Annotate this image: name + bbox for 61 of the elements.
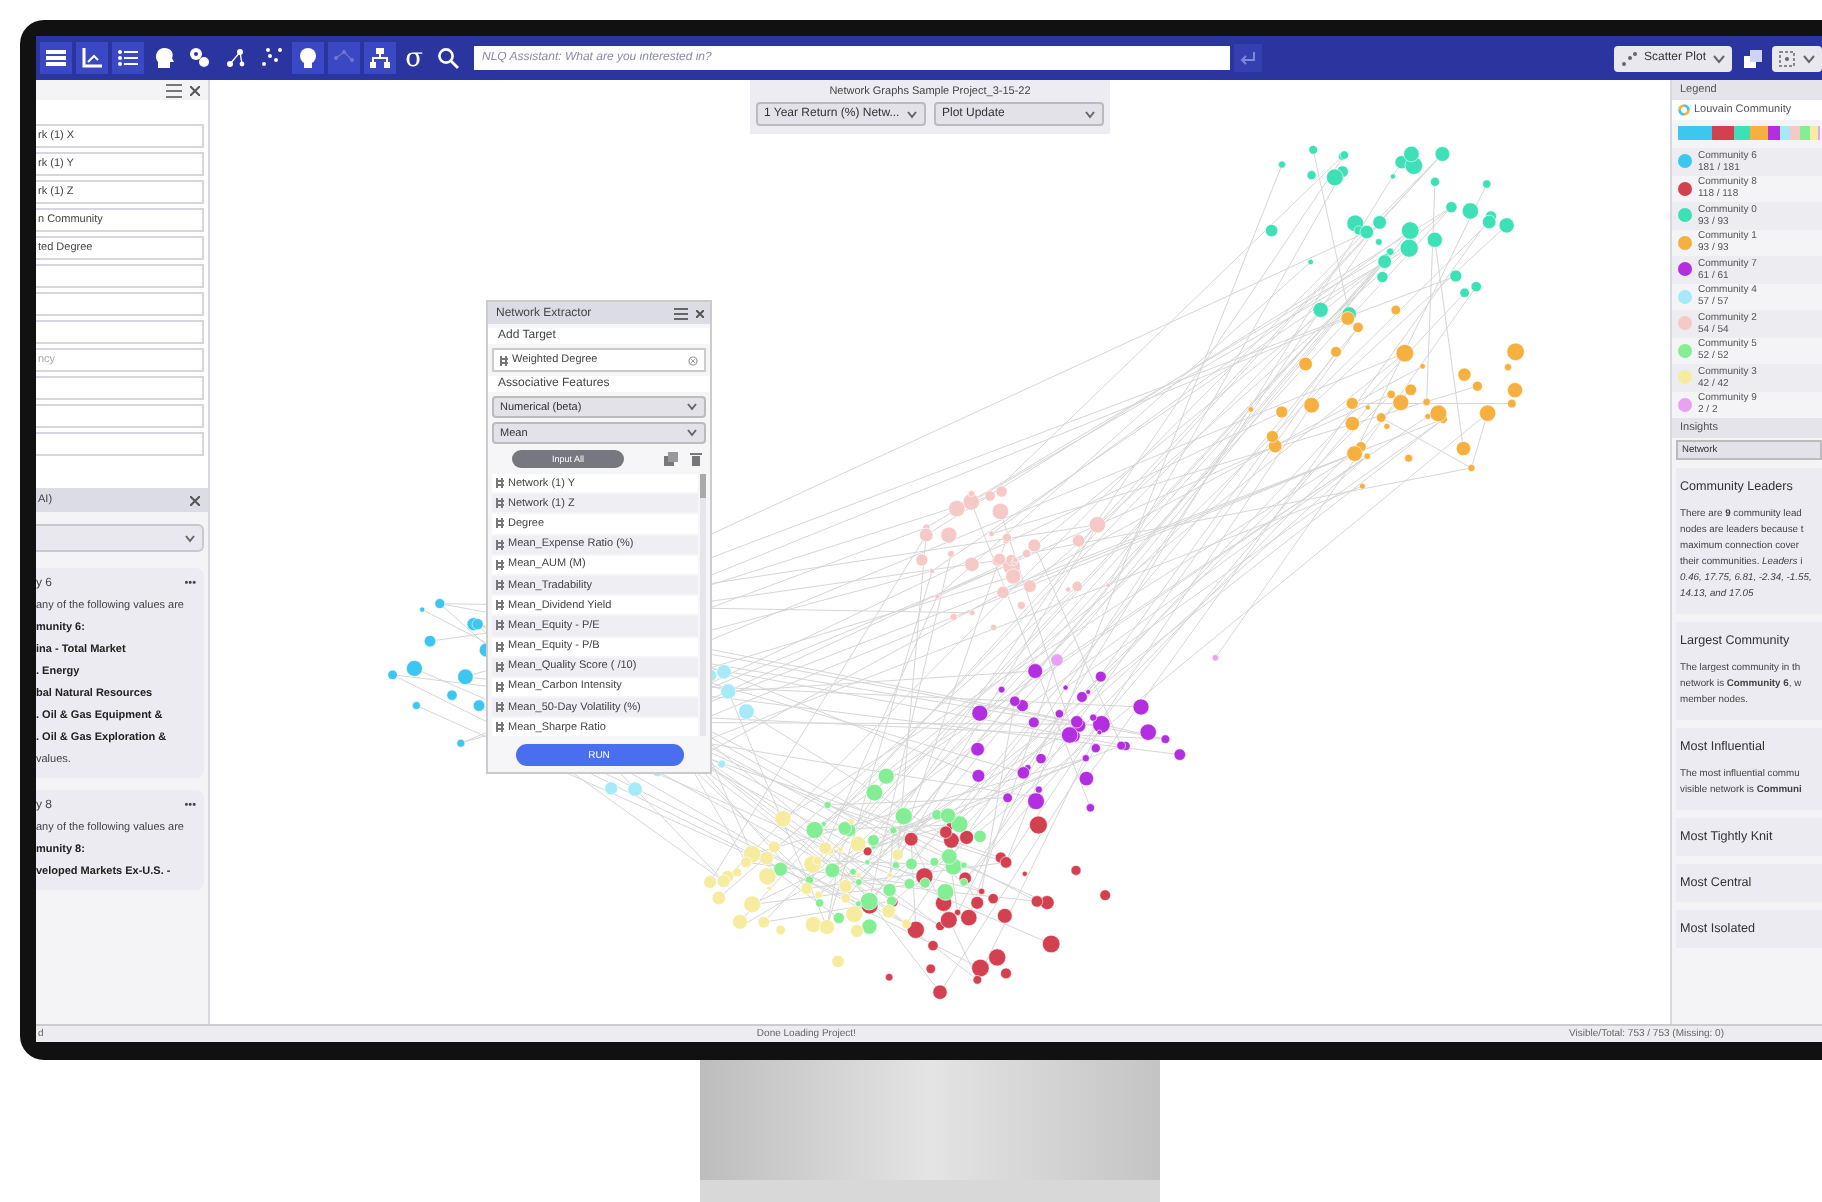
bullet-list-icon	[114, 44, 142, 72]
grid-icon	[496, 681, 504, 692]
chevron-icon	[686, 402, 698, 412]
input-field[interactable]	[36, 320, 204, 344]
color-bar	[1678, 126, 1818, 140]
line-chart-icon	[78, 44, 106, 72]
menu-icon[interactable]	[166, 83, 182, 97]
hierarchy-icon	[366, 44, 394, 72]
close-icon[interactable]	[190, 495, 200, 505]
hierarchy-button[interactable]	[364, 42, 396, 74]
line-chart-button[interactable]	[76, 42, 108, 74]
layers-icon	[1741, 47, 1763, 69]
list-button[interactable]	[40, 42, 72, 74]
view-dropdown[interactable]	[1772, 45, 1822, 71]
list-icon	[42, 44, 70, 72]
chevron-icon	[1084, 109, 1096, 119]
input-field[interactable]	[36, 404, 204, 428]
grid-icon	[496, 600, 504, 611]
nodes-icon	[222, 44, 250, 72]
grid-icon	[496, 559, 504, 570]
color-wheel-icon	[1678, 104, 1690, 116]
chevron-icon	[1802, 51, 1816, 65]
enter-button[interactable]	[1234, 44, 1262, 72]
frame-icon	[1778, 49, 1796, 67]
grid-icon	[496, 518, 504, 529]
scrollbar-thumb[interactable]	[700, 474, 706, 498]
input-field[interactable]	[36, 292, 204, 316]
close-icon[interactable]	[696, 309, 704, 317]
chevron-icon	[1712, 51, 1726, 65]
enter-icon	[1238, 48, 1258, 68]
gears-icon	[186, 44, 214, 72]
menu-icon[interactable]	[674, 307, 688, 319]
chevron-icon	[184, 533, 196, 543]
grid-icon	[496, 702, 504, 713]
grid-icon	[500, 355, 508, 365]
scatter-icon	[258, 44, 286, 72]
grid-icon	[496, 661, 504, 672]
input-field[interactable]	[36, 376, 204, 400]
close-icon[interactable]	[190, 85, 200, 95]
search-icon	[436, 46, 460, 70]
head-icon	[150, 44, 178, 72]
input-field[interactable]	[36, 264, 204, 288]
trash-icon[interactable]	[690, 452, 702, 466]
grid-icon	[496, 478, 504, 489]
grid-icon	[496, 498, 504, 509]
search-button[interactable]	[432, 42, 464, 74]
lightbulb-icon	[294, 44, 322, 72]
sigma-button[interactable]: σ	[400, 42, 428, 74]
chevron-icon	[906, 109, 918, 119]
clear-icon[interactable]	[688, 355, 698, 365]
grid-icon	[496, 620, 504, 631]
grid-icon	[496, 722, 504, 733]
grid-icon	[496, 580, 504, 591]
chevron-icon	[686, 428, 698, 438]
input-field[interactable]	[36, 432, 204, 456]
grid-icon	[496, 539, 504, 550]
copy-icon[interactable]	[664, 452, 678, 466]
lightbulb-button[interactable]	[292, 42, 324, 74]
grid-icon	[496, 641, 504, 652]
bullet-list-button[interactable]	[112, 42, 144, 74]
scatter-icon	[1619, 49, 1638, 67]
